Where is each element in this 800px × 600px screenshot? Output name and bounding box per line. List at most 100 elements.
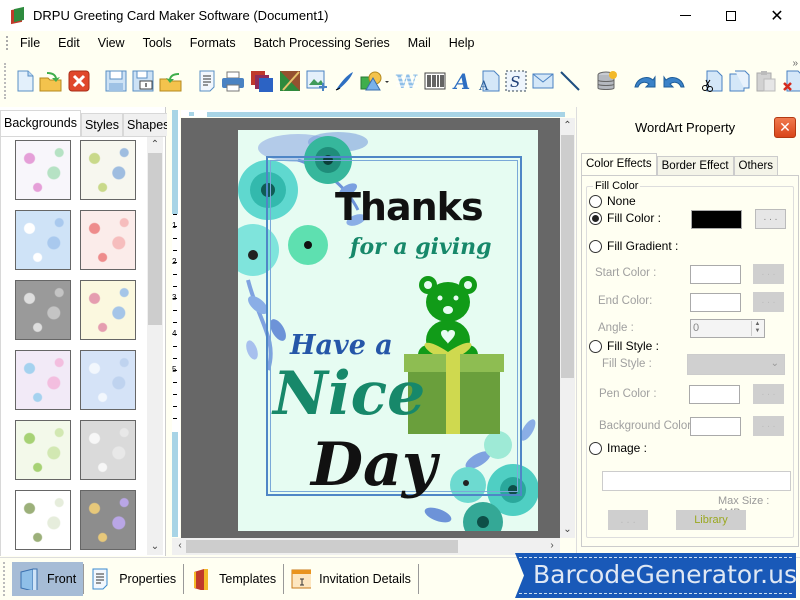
fill-style-dropdown[interactable]: ⌄ xyxy=(687,354,785,375)
cut-button[interactable] xyxy=(701,69,723,93)
page-properties-button[interactable] xyxy=(198,69,216,93)
card-text-nice[interactable]: Nice xyxy=(273,359,425,429)
toolbar-overflow-button[interactable]: » xyxy=(792,58,797,69)
start-color-browse-button[interactable]: . . . xyxy=(753,264,784,284)
insert-image-button[interactable] xyxy=(306,69,328,93)
background-thumbnail-snowflakes[interactable] xyxy=(80,350,136,410)
invitation-details-button[interactable]: Invitation Details xyxy=(284,562,418,596)
menu-file[interactable]: File xyxy=(9,32,49,54)
angle-spinner[interactable]: 0 ▲ ▼ xyxy=(690,319,765,338)
save-as-button[interactable] xyxy=(132,69,154,93)
close-button[interactable]: ✕ xyxy=(754,0,800,31)
library-button[interactable]: Library xyxy=(676,510,746,530)
open-button[interactable] xyxy=(39,69,63,93)
background-thumbnail-clouds[interactable] xyxy=(15,210,71,270)
image-browse-button[interactable]: . . . xyxy=(608,510,648,530)
spinner-arrows-icon[interactable]: ▲ ▼ xyxy=(751,321,763,336)
background-color-browse-button[interactable]: . . . xyxy=(753,416,784,436)
background-image-button[interactable] xyxy=(279,69,301,93)
end-color-browse-button[interactable]: . . . xyxy=(753,292,784,312)
radio-image-indicator[interactable] xyxy=(589,441,602,455)
menu-formats[interactable]: Formats xyxy=(181,32,245,54)
card-text-day[interactable]: Day xyxy=(311,430,437,500)
background-thumbnail-green-hearts[interactable] xyxy=(15,490,71,550)
tab-border-effect[interactable]: Border Effect xyxy=(656,156,734,175)
background-thumbnail-fireworks[interactable] xyxy=(80,490,136,550)
fill-color-browse-button[interactable]: . . . xyxy=(755,209,786,229)
canvas-vertical-scrollbar[interactable]: ⌃ ⌄ xyxy=(560,118,575,538)
image-path-field[interactable] xyxy=(602,471,791,491)
background-thumbnail-grey-leaves[interactable] xyxy=(15,280,71,340)
front-button[interactable]: Front xyxy=(12,562,84,596)
fill-color-swatch[interactable] xyxy=(691,210,742,229)
delete-button[interactable] xyxy=(782,69,800,93)
radio-fill-color-indicator[interactable] xyxy=(589,211,602,225)
signature-button[interactable]: S xyxy=(505,69,527,93)
greeting-card[interactable]: Thanks for a giving Have a Nice Day xyxy=(238,130,538,531)
menu-mail[interactable]: Mail xyxy=(399,32,440,54)
background-thumbnail-hearts-rows[interactable] xyxy=(80,280,136,340)
tab-backgrounds[interactable]: Backgrounds xyxy=(0,110,81,136)
background-thumbnail-pine-trees[interactable] xyxy=(15,420,71,480)
scrollbar-thumb[interactable] xyxy=(148,153,162,325)
scroll-up-icon[interactable]: ⌃ xyxy=(147,137,163,153)
save-button[interactable] xyxy=(105,69,127,93)
background-thumbnail-pastel-flowers[interactable] xyxy=(15,350,71,410)
background-thumbnail-baby-items[interactable] xyxy=(80,140,136,200)
scrollbar-thumb[interactable] xyxy=(561,135,574,378)
copy-button[interactable] xyxy=(728,69,750,93)
menu-batch-processing-series[interactable]: Batch Processing Series xyxy=(245,32,399,54)
barcode-button[interactable] xyxy=(424,69,446,93)
menu-edit[interactable]: Edit xyxy=(49,32,89,54)
card-text-thanks[interactable]: Thanks xyxy=(335,185,484,229)
templates-button[interactable]: Templates xyxy=(184,562,283,596)
export-button[interactable] xyxy=(159,69,183,93)
properties-button[interactable]: Properties xyxy=(84,562,183,596)
line-button[interactable] xyxy=(559,69,581,93)
background-thumbnail-baby-doodles[interactable] xyxy=(15,140,71,200)
redo-button[interactable] xyxy=(662,69,686,93)
canvas-horizontal-scrollbar[interactable]: ‹ › xyxy=(172,538,560,555)
card-text-for-a-giving[interactable]: for a giving xyxy=(350,234,492,260)
text-art-button[interactable]: A xyxy=(451,69,473,93)
new-button[interactable] xyxy=(16,69,34,93)
radio-image[interactable]: Image : xyxy=(589,441,647,455)
text-box-button[interactable]: A xyxy=(478,69,500,93)
radio-fill-color[interactable]: Fill Color : xyxy=(589,211,661,225)
background-color-button[interactable] xyxy=(250,69,274,93)
radio-fill-style[interactable]: Fill Style : xyxy=(589,339,659,353)
radio-fill-gradient-indicator[interactable] xyxy=(589,239,602,253)
canvas[interactable]: Thanks for a giving Have a Nice Day xyxy=(181,118,560,538)
wordart-button[interactable]: W xyxy=(395,69,419,93)
gallery-scrollbar[interactable]: ⌃ ⌄ xyxy=(147,137,163,555)
scroll-down-icon[interactable]: ⌄ xyxy=(560,522,575,538)
radio-fill-style-indicator[interactable] xyxy=(589,339,602,353)
background-thumbnail-strawberries[interactable] xyxy=(80,210,136,270)
menu-view[interactable]: View xyxy=(89,32,134,54)
print-button[interactable] xyxy=(221,69,245,93)
maximize-button[interactable] xyxy=(708,0,754,31)
email-button[interactable] xyxy=(532,69,554,93)
panel-close-button[interactable]: ✕ xyxy=(774,117,796,138)
tab-others[interactable]: Others xyxy=(733,156,779,175)
menu-tools[interactable]: Tools xyxy=(134,32,181,54)
end-color-swatch[interactable] xyxy=(690,293,741,312)
start-color-swatch[interactable] xyxy=(690,265,741,284)
scrollbar-thumb[interactable] xyxy=(186,540,458,553)
scroll-right-icon[interactable]: › xyxy=(544,538,560,554)
scroll-up-icon[interactable]: ⌃ xyxy=(560,118,575,134)
undo-button[interactable] xyxy=(633,69,657,93)
tab-styles[interactable]: Styles xyxy=(80,113,124,136)
tab-color-effects[interactable]: Color Effects xyxy=(581,153,657,175)
database-button[interactable] xyxy=(596,69,618,93)
minimize-button[interactable] xyxy=(662,0,708,31)
pen-color-browse-button[interactable]: . . . xyxy=(753,384,784,404)
close-document-button[interactable] xyxy=(68,69,90,93)
shapes-button[interactable] xyxy=(360,69,390,93)
radio-none-indicator[interactable] xyxy=(589,194,602,208)
tab-shapes[interactable]: Shapes xyxy=(123,113,174,136)
scroll-down-icon[interactable]: ⌄ xyxy=(147,539,163,555)
radio-none[interactable]: None xyxy=(589,194,636,208)
background-color-swatch[interactable] xyxy=(690,417,741,436)
radio-fill-gradient[interactable]: Fill Gradient : xyxy=(589,239,678,253)
